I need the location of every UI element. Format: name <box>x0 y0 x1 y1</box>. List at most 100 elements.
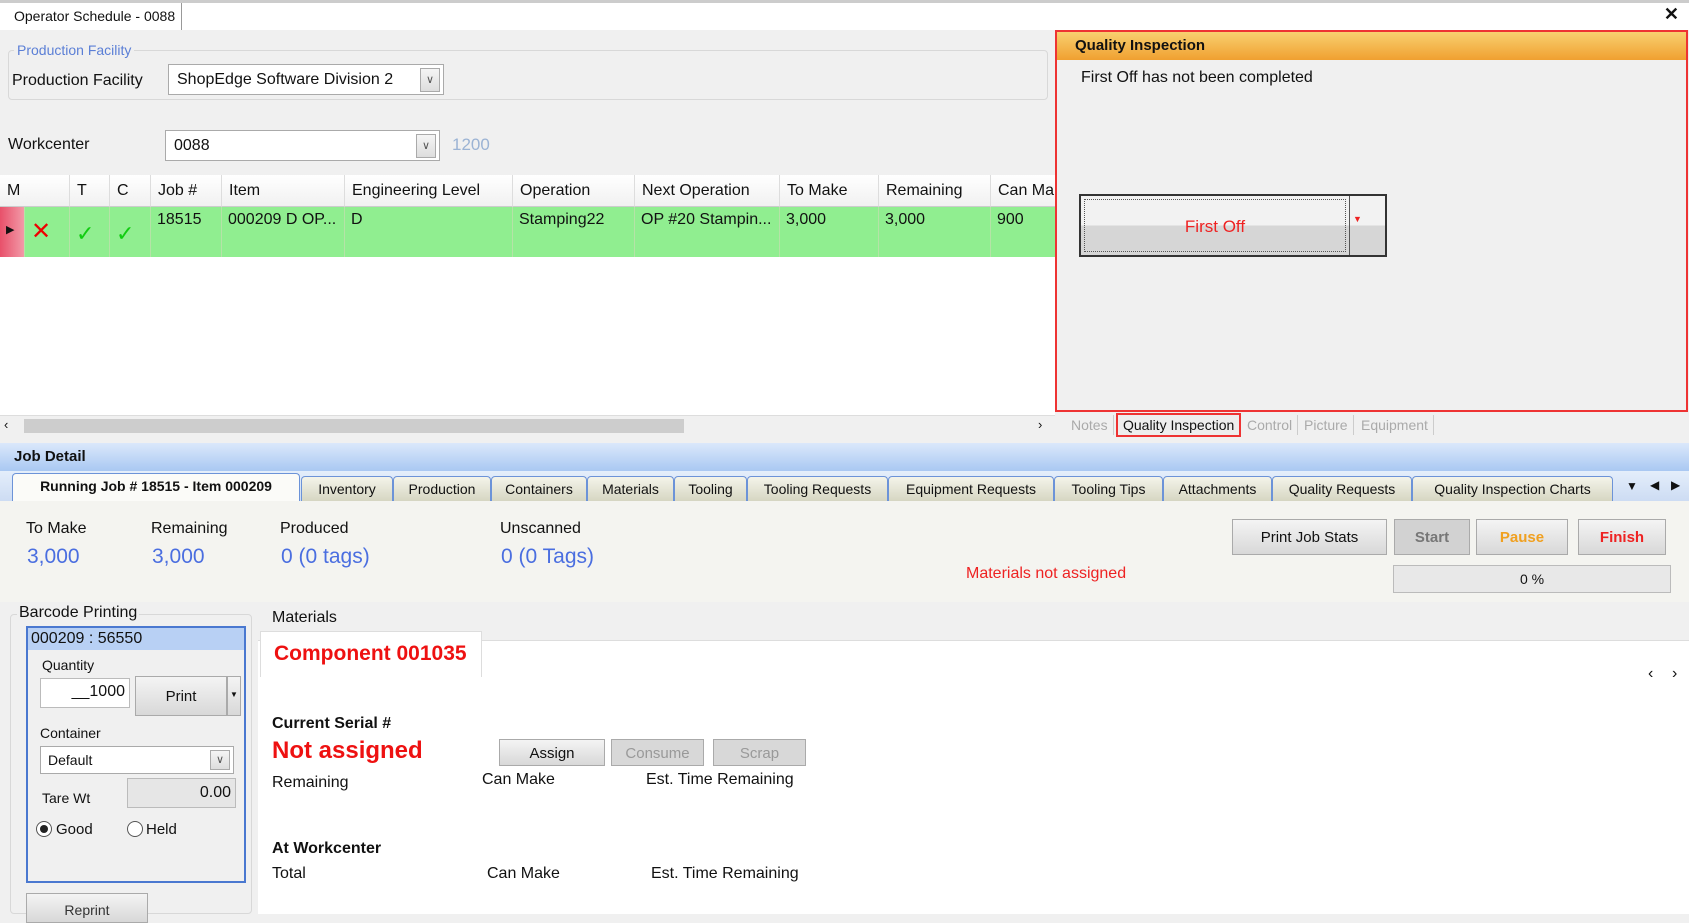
workcenter-select[interactable]: 0088 ∨ <box>165 130 440 161</box>
scroll-left-icon[interactable]: ‹ <box>4 417 8 432</box>
tab-materials[interactable]: Materials <box>587 476 674 501</box>
first-off-button[interactable]: First Off ▼ <box>1079 194 1387 257</box>
column-header[interactable]: Operation <box>513 175 635 207</box>
tab-production[interactable]: Production <box>393 476 491 501</box>
can-make-label: Can Make <box>487 865 560 882</box>
tab-prev-icon[interactable]: ◀ <box>1650 478 1659 492</box>
facility-select[interactable]: ShopEdge Software Division 2 ∨ <box>168 64 444 95</box>
column-header[interactable]: Can Ma <box>991 175 1055 207</box>
container-select[interactable]: Default ∨ <box>40 746 234 774</box>
scrap-button[interactable]: Scrap <box>713 739 806 766</box>
tab-equipment-requests[interactable]: Equipment Requests <box>888 476 1054 501</box>
column-header[interactable]: To Make <box>780 175 879 207</box>
qi-message: First Off has not been completed <box>1081 69 1313 86</box>
produced-label: Produced <box>280 520 349 537</box>
column-header[interactable]: M <box>0 175 70 207</box>
column-header[interactable]: C <box>110 175 151 207</box>
x-icon: ✕ <box>25 207 70 257</box>
cell-can-make: 900 <box>991 207 1055 257</box>
tab-containers[interactable]: Containers <box>491 476 587 501</box>
pause-button[interactable]: Pause <box>1476 519 1568 555</box>
check-icon: ✓ <box>110 207 151 257</box>
materials-label: Materials <box>272 609 337 626</box>
cell-remaining: 3,000 <box>879 207 991 257</box>
cell-next-operation: OP #20 Stampin... <box>635 207 780 257</box>
tab-tooling[interactable]: Tooling <box>674 476 747 501</box>
materials-warning: Materials not assigned <box>966 565 1127 582</box>
prev-icon[interactable]: ‹ <box>1648 665 1653 683</box>
consume-button[interactable]: Consume <box>611 739 704 766</box>
reprint-button[interactable]: Reprint <box>26 893 148 923</box>
column-header[interactable]: Engineering Level <box>345 175 513 207</box>
tab-next-icon[interactable]: ▶ <box>1671 478 1680 492</box>
tab-equipment[interactable]: Equipment <box>1356 415 1434 435</box>
remaining-value: 3,000 <box>152 545 205 568</box>
tab-overflow-icon[interactable]: ▼ <box>1626 479 1638 493</box>
column-header[interactable]: Remaining <box>879 175 991 207</box>
tab-inventory[interactable]: Inventory <box>301 476 393 501</box>
est-time-label: Est. Time Remaining <box>651 865 799 882</box>
print-job-stats-button[interactable]: Print Job Stats <box>1232 519 1387 555</box>
container-label: Container <box>40 725 101 741</box>
barcode-group-label: Barcode Printing <box>17 604 140 622</box>
print-dropdown-icon[interactable]: ▼ <box>227 676 241 716</box>
remaining-label: Remaining <box>151 520 228 537</box>
finish-button[interactable]: Finish <box>1578 519 1666 555</box>
horizontal-scrollbar[interactable]: ‹ › <box>0 415 1055 435</box>
column-header[interactable]: T <box>70 175 110 207</box>
cell-job: 18515 <box>151 207 222 257</box>
chevron-down-icon[interactable]: ∨ <box>420 68 440 92</box>
held-radio[interactable] <box>127 821 143 837</box>
dropdown-arrow-icon[interactable]: ▼ <box>1353 214 1362 224</box>
serial-label: Current Serial # <box>272 715 392 732</box>
held-label: Held <box>146 821 177 838</box>
tab-tooling-requests[interactable]: Tooling Requests <box>747 476 888 501</box>
production-facility-group <box>8 50 1048 100</box>
tab-quality-inspection[interactable]: Quality Inspection <box>1116 413 1242 437</box>
cell-item: 000209 D OP... <box>222 207 345 257</box>
next-icon[interactable]: › <box>1672 665 1677 683</box>
good-radio[interactable] <box>36 821 52 837</box>
check-icon: ✓ <box>70 207 110 257</box>
job-detail-tabs: Running Job # 18515 - Item 000209 Invent… <box>0 471 1689 501</box>
tab-control[interactable]: Control <box>1242 415 1299 435</box>
scroll-right-icon[interactable]: › <box>1038 417 1042 432</box>
container-value: Default <box>48 752 93 768</box>
tab-picture[interactable]: Picture <box>1299 415 1354 435</box>
document-tab[interactable]: Operator Schedule - 0088 <box>8 3 183 30</box>
start-button[interactable]: Start <box>1394 519 1470 555</box>
tab-attachments[interactable]: Attachments <box>1163 476 1272 501</box>
cell-to-make: 3,000 <box>780 207 879 257</box>
unscanned-value[interactable]: 0 (0 Tags) <box>501 545 594 569</box>
total-label: Total <box>272 865 306 882</box>
est-time-label: Est. Time Remaining <box>646 771 794 788</box>
serial-value: Not assigned <box>272 737 423 764</box>
to-make-value: 3,000 <box>27 545 80 568</box>
first-off-label: First Off <box>1084 199 1346 252</box>
row-selector-icon[interactable]: ▶ <box>0 207 25 257</box>
quantity-input[interactable]: __1000 <box>40 678 130 708</box>
chevron-down-icon[interactable]: ∨ <box>210 750 230 770</box>
panel-title: Quality Inspection <box>1057 32 1686 60</box>
column-header[interactable]: Item <box>222 175 345 207</box>
tab-notes[interactable]: Notes <box>1066 415 1114 435</box>
facility-value: ShopEdge Software Division 2 <box>177 71 394 88</box>
component-tab[interactable]: Component 001035 <box>260 631 482 677</box>
tab-quality-requests[interactable]: Quality Requests <box>1272 476 1412 501</box>
column-header[interactable]: Next Operation <box>635 175 780 207</box>
chevron-down-icon[interactable]: ∨ <box>416 134 436 158</box>
close-icon[interactable]: ✕ <box>1664 4 1679 25</box>
materials-panel <box>258 640 1689 914</box>
quantity-label: Quantity <box>42 657 95 673</box>
tab-quality-inspection-charts[interactable]: Quality Inspection Charts <box>1412 476 1613 501</box>
workcenter-value: 0088 <box>174 137 210 154</box>
column-header[interactable]: Job # <box>151 175 222 207</box>
scroll-thumb[interactable] <box>24 419 684 433</box>
assign-button[interactable]: Assign <box>499 739 605 766</box>
produced-value[interactable]: 0 (0 tags) <box>281 545 370 569</box>
tab-tooling-tips[interactable]: Tooling Tips <box>1054 476 1163 501</box>
tare-input[interactable]: 0.00 <box>127 778 236 808</box>
tab-running-job[interactable]: Running Job # 18515 - Item 000209 <box>12 473 300 501</box>
print-button[interactable]: Print <box>135 676 227 716</box>
barcode-item[interactable]: 000209 : 56550 <box>28 628 244 650</box>
